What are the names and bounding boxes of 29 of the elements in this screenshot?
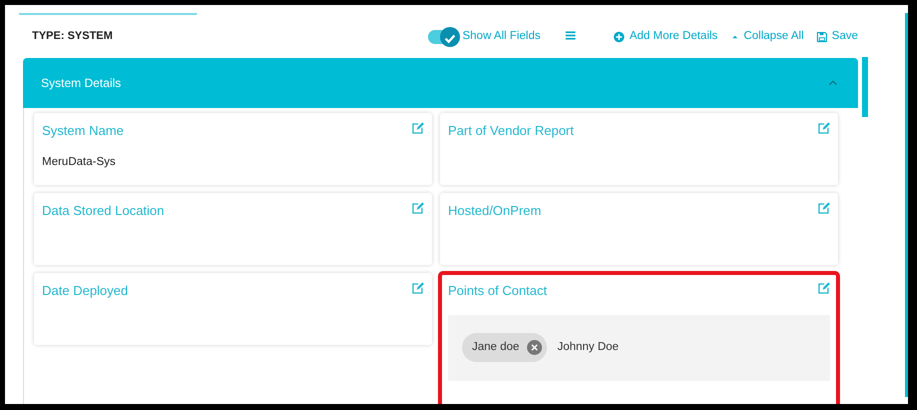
toggle-label: Show All Fields	[462, 28, 540, 44]
field-label: Hosted/OnPrem	[448, 202, 542, 220]
save-icon	[816, 30, 828, 42]
edit-icon	[411, 122, 424, 136]
scrollbar-thumb[interactable]	[905, 13, 908, 397]
field-value: MeruData-Sys	[42, 154, 116, 170]
save-link[interactable]: Save	[816, 28, 858, 46]
field-label: Data Stored Location	[42, 202, 164, 220]
edit-icon	[817, 122, 830, 136]
plus-circle-icon	[613, 30, 626, 42]
close-icon	[531, 344, 538, 351]
contact-chip: Jane doe	[462, 332, 548, 362]
contact-input-field[interactable]: Johnny Doe	[555, 338, 756, 358]
remove-chip-button[interactable]	[527, 340, 542, 355]
panel-title: System Details	[41, 75, 122, 92]
field-label: System Name	[42, 122, 124, 140]
panel-header[interactable]: System Details	[23, 58, 858, 108]
edit-icon	[411, 282, 424, 296]
edit-icon	[817, 282, 830, 296]
collapse-all-link[interactable]: Collapse All	[730, 28, 804, 46]
add-details-link[interactable]: Add More Details	[613, 28, 718, 46]
edit-icon	[817, 202, 830, 216]
field-label: Date Deployed	[42, 282, 128, 300]
field-label: Points of Contact	[448, 282, 547, 300]
edit-icon	[411, 202, 424, 216]
scrollbar-thumb[interactable]	[862, 57, 868, 117]
field-label: Part of Vendor Report	[448, 122, 574, 140]
menu-icon	[564, 29, 578, 42]
page-title: TYPE: SYSTEM	[32, 29, 113, 44]
